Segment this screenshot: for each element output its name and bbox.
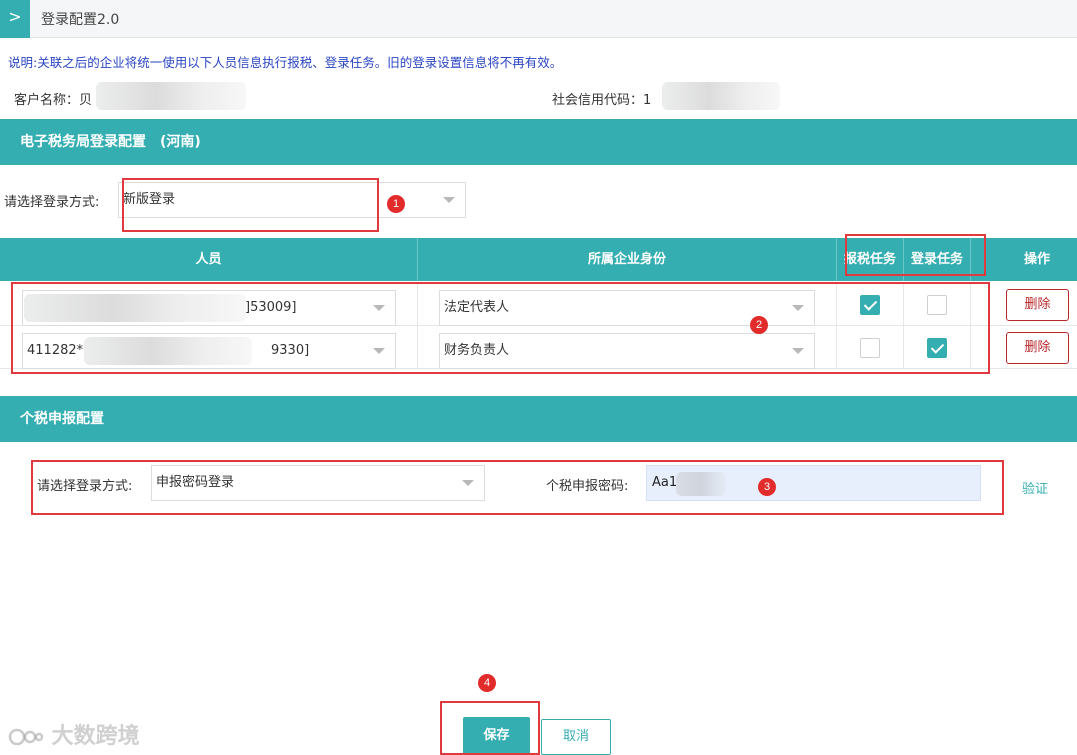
col-identity: 所属企业身份 xyxy=(587,252,666,267)
verify-link[interactable]: 验证 xyxy=(1022,478,1048,497)
credit-code-row: 社会信用代码：1 xyxy=(552,89,651,108)
notice-text: 说明:关联之后的企业将统一使用以下人员信息执行报税、登录任务。旧的登录设置信息将… xyxy=(8,55,563,70)
col-action: 操作 xyxy=(1023,252,1050,267)
watermark-icon xyxy=(8,728,44,746)
highlight-box-task-headers xyxy=(845,234,986,276)
step-badge-1: 1 xyxy=(387,195,405,213)
chevron-right-icon[interactable]: > xyxy=(0,0,30,38)
blurred-customer-name xyxy=(96,82,246,110)
highlight-box-2 xyxy=(11,282,990,374)
credit-code-value: 1 xyxy=(643,93,652,108)
etax-method-label: 请选择登录方式: xyxy=(4,195,100,210)
page-title: 登录配置2.0 xyxy=(41,12,120,28)
step-badge-4: 4 xyxy=(478,674,496,692)
step-badge-3: 3 xyxy=(758,478,776,496)
cancel-button[interactable]: 取消 xyxy=(541,719,611,755)
col-person: 人员 xyxy=(195,252,222,267)
delete-button-2[interactable]: 删除 xyxy=(1006,332,1069,364)
chevron-down-icon xyxy=(443,197,455,203)
highlight-box-3 xyxy=(31,460,1004,515)
iit-section-header: 个税申报配置 xyxy=(0,396,1077,442)
top-bar: > 登录配置2.0 xyxy=(0,0,1077,38)
etax-section-header: 电子税务局登录配置 (河南) xyxy=(0,119,1077,165)
customer-name-row: 客户名称：贝 xyxy=(14,89,92,108)
blurred-credit-code xyxy=(662,82,780,110)
delete-button-1[interactable]: 删除 xyxy=(1006,289,1069,321)
watermark-logo: 大数跨境 xyxy=(8,718,140,750)
step-badge-2: 2 xyxy=(750,316,768,334)
watermark-text: 大数跨境 xyxy=(51,724,140,749)
highlight-box-1 xyxy=(122,178,379,232)
customer-name-value: 贝 xyxy=(79,93,93,108)
credit-code-label: 社会信用代码： xyxy=(552,93,644,108)
highlight-box-4 xyxy=(440,701,540,755)
customer-name-label: 客户名称： xyxy=(14,93,80,108)
